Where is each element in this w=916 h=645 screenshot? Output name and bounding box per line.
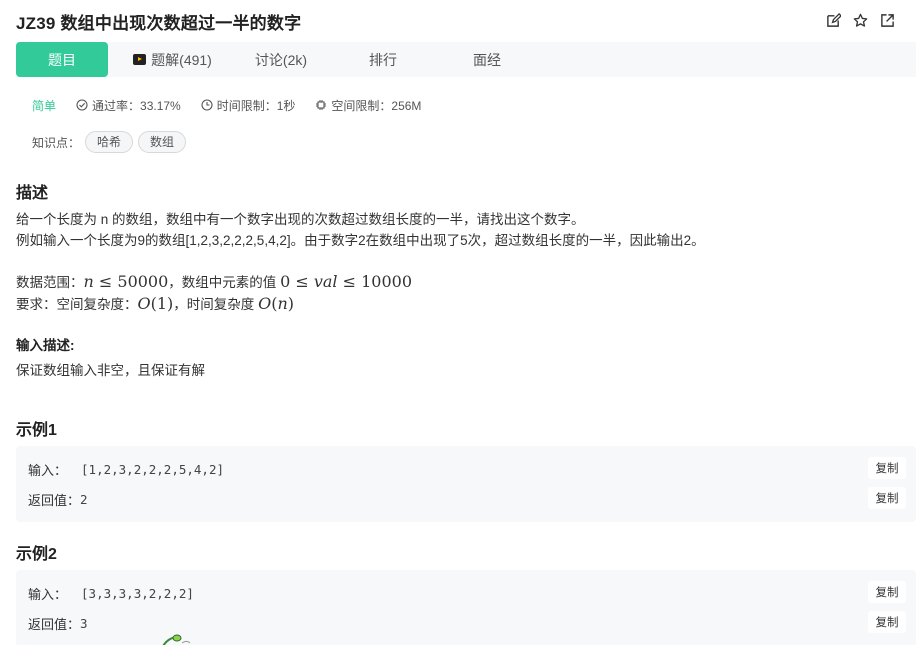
requirement-middle: ，时间复杂度 (173, 297, 259, 312)
example-1-heading: 示例1 (16, 422, 57, 439)
time-complexity: O(n) (258, 294, 294, 313)
difficulty-level: 简单 (32, 98, 57, 113)
range-formula-val: 0 ≤ val ≤ 10000 (280, 272, 413, 291)
example-1-copy-input-button[interactable]: 复制 (868, 457, 906, 479)
description-line-1: 给一个长度为 n 的数组，数组中有一个数字出现的次数超过数组长度的一半，请找出这… (16, 212, 585, 227)
star-icon[interactable] (852, 12, 869, 29)
example-2-output-value[interactable]: 3 (80, 616, 88, 631)
pass-rate-text: 通过率：33.17% (92, 98, 181, 113)
edit-icon[interactable] (825, 12, 842, 29)
time-limit-text: 时间限制：1秒 (216, 98, 296, 113)
tab-problem-label: 题目 (48, 51, 76, 68)
example-2-input-label: 输入： (28, 587, 68, 602)
example-2-output: 返回值： 3 (28, 614, 88, 633)
example-1-input-label: 输入： (28, 463, 68, 478)
complexity-requirement: 要求：空间复杂度：O(1)，时间复杂度 O(n) (16, 294, 294, 315)
data-range: 数据范围：n ≤ 50000，数组中元素的值 0 ≤ val ≤ 10000 (16, 272, 412, 293)
example-2-copy-input-button[interactable]: 复制 (868, 581, 906, 603)
tag-hash[interactable]: 哈希 (85, 131, 134, 153)
tab-ranking-label: 排行 (369, 51, 397, 68)
knowledge-points: 知识点： 哈希 数组 (32, 131, 187, 153)
check-circle-icon (76, 99, 88, 111)
data-range-middle: ，数组中元素的值 (168, 275, 281, 290)
example-1-output: 返回值： 2 (28, 490, 88, 509)
problem-title: JZ39 数组中出现次数超过一半的数字 (16, 13, 302, 33)
description-heading: 描述 (16, 185, 49, 202)
knowledge-label: 知识点： (32, 135, 81, 150)
title-actions (825, 12, 896, 29)
mascot-illustration (162, 634, 191, 645)
example-1-input-value[interactable]: [1,2,3,2,2,2,5,4,2] (81, 462, 224, 477)
tab-interviews[interactable]: 面经 (447, 42, 527, 77)
example-2-heading: 示例2 (16, 546, 57, 563)
example-2-input-value[interactable]: [3,3,3,3,2,2,2] (81, 586, 194, 601)
tab-discussion-label: 讨论(2k) (254, 51, 308, 68)
range-formula-n: n ≤ 50000 (83, 272, 169, 291)
example-1-output-label: 返回值： (28, 493, 81, 508)
example-1-copy-output-button[interactable]: 复制 (868, 487, 906, 509)
description-line-2: 例如输入一个长度为9的数组[1,2,3,2,2,2,5,4,2]。由于数字2在数… (16, 233, 705, 248)
tab-solutions[interactable]: 题解(491) (119, 42, 226, 77)
space-complexity: O(1) (137, 294, 174, 313)
tab-problem[interactable]: 题目 (16, 42, 108, 77)
input-description-text: 保证数组输入非空，且保证有解 (16, 363, 205, 378)
data-range-label: 数据范围： (16, 275, 84, 290)
example-1-output-value[interactable]: 2 (80, 492, 88, 507)
tab-interviews-label: 面经 (473, 51, 501, 68)
tab-ranking[interactable]: 排行 (343, 42, 423, 77)
example-1-input: 输入： [1,2,3,2,2,2,5,4,2] (28, 460, 224, 479)
example-2-output-label: 返回值： (28, 617, 81, 632)
example-2-input: 输入： [3,3,3,3,2,2,2] (28, 584, 194, 603)
pass-rate: 通过率：33.17% (76, 97, 181, 114)
example-2-box: 输入： [3,3,3,3,2,2,2] 复制 返回值： 3 复制 (16, 570, 916, 645)
input-description-heading: 输入描述: (16, 338, 75, 353)
problem-meta: 简单 通过率：33.17% 时间限制：1秒 空间限制：256M (32, 96, 441, 114)
tab-solutions-label: 题解(491) (151, 51, 212, 68)
open-external-icon[interactable] (879, 12, 896, 29)
tag-array[interactable]: 数组 (138, 131, 187, 153)
chip-icon (316, 100, 327, 110)
time-limit: 时间限制：1秒 (201, 97, 296, 114)
problem-tabs: 题目 题解(491) 讨论(2k) 排行 面经 (16, 42, 916, 77)
space-limit-text: 空间限制：256M (331, 98, 422, 113)
tab-discussion[interactable]: 讨论(2k) (236, 42, 326, 77)
clock-icon (201, 99, 213, 111)
example-1-box: 输入： [1,2,3,2,2,2,5,4,2] 复制 返回值： 2 复制 (16, 446, 916, 522)
video-icon (133, 54, 147, 65)
requirement-label: 要求：空间复杂度： (16, 297, 138, 312)
problem-title-bar: JZ39 数组中出现次数超过一半的数字 (16, 8, 900, 34)
space-limit: 空间限制：256M (315, 97, 421, 114)
example-2-copy-output-button[interactable]: 复制 (868, 611, 906, 633)
